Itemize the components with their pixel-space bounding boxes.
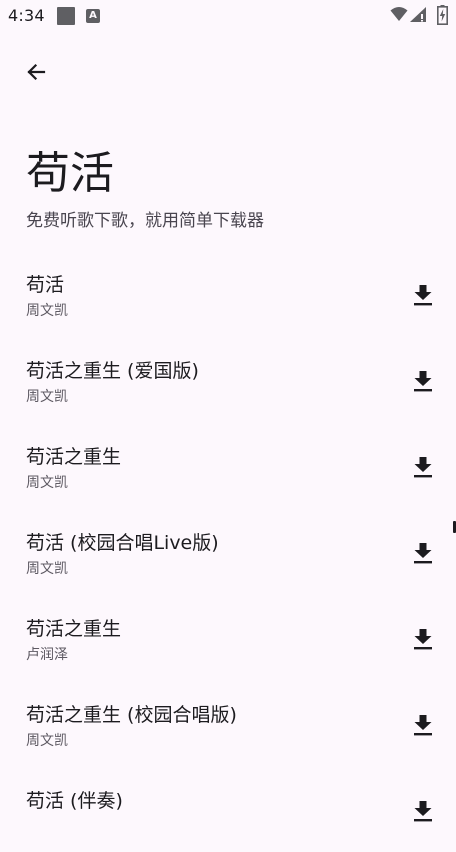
song-list: 苟活 周文凯 苟活之重生 (爱国版) 周文凯 苟活之重生 周文凯 苟活 (校园合… — [0, 250, 456, 852]
song-title: 苟活之重生 — [26, 618, 122, 640]
download-icon — [414, 285, 432, 306]
download-icon — [414, 371, 432, 392]
status-bar: 4:34 A — [0, 0, 456, 32]
list-item[interactable]: 苟活之重生 卢润泽 — [0, 594, 456, 680]
song-artist: 周文凯 — [26, 733, 68, 749]
list-item[interactable]: 苟活 (伴奏) — [0, 766, 456, 852]
download-icon — [414, 715, 432, 736]
download-button[interactable] — [404, 448, 442, 486]
song-title: 苟活之重生 — [26, 446, 122, 468]
wifi-icon — [390, 6, 408, 26]
song-artist: 周文凯 — [26, 303, 68, 319]
download-button[interactable] — [404, 792, 442, 830]
song-artist: 卢润泽 — [26, 647, 68, 663]
download-button[interactable] — [404, 362, 442, 400]
list-item[interactable]: 苟活之重生 (校园合唱版) 周文凯 — [0, 680, 456, 766]
download-icon — [414, 629, 432, 650]
arrow-back-icon — [27, 63, 46, 81]
download-icon — [414, 801, 432, 822]
status-time: 4:34 — [8, 6, 45, 25]
download-icon — [414, 543, 432, 564]
download-icon — [414, 457, 432, 478]
notification-square-icon — [57, 7, 75, 25]
back-button[interactable] — [16, 52, 56, 92]
song-artist: 周文凯 — [26, 389, 68, 405]
download-button[interactable] — [404, 276, 442, 314]
song-title: 苟活之重生 (校园合唱版) — [26, 704, 237, 726]
list-item[interactable]: 苟活之重生 (爱国版) 周文凯 — [0, 336, 456, 422]
signal-icon — [409, 6, 427, 27]
notification-a-icon: A — [86, 9, 100, 23]
list-item[interactable]: 苟活 周文凯 — [0, 250, 456, 336]
song-title: 苟活 (伴奏) — [26, 790, 123, 812]
song-title: 苟活 (校园合唱Live版) — [26, 532, 219, 554]
download-button[interactable] — [404, 534, 442, 572]
list-item[interactable]: 苟活 (校园合唱Live版) 周文凯 — [0, 508, 456, 594]
page-subtitle: 免费听歌下歌，就用简单下载器 — [26, 211, 264, 231]
page-title: 苟活 — [26, 148, 114, 199]
song-title: 苟活之重生 (爱国版) — [26, 360, 199, 382]
download-button[interactable] — [404, 706, 442, 744]
list-item[interactable]: 苟活之重生 周文凯 — [0, 422, 456, 508]
download-button[interactable] — [404, 620, 442, 658]
battery-charging-icon — [437, 5, 448, 29]
song-title: 苟活 — [26, 274, 65, 296]
song-artist: 周文凯 — [26, 561, 68, 577]
song-artist: 周文凯 — [26, 475, 68, 491]
